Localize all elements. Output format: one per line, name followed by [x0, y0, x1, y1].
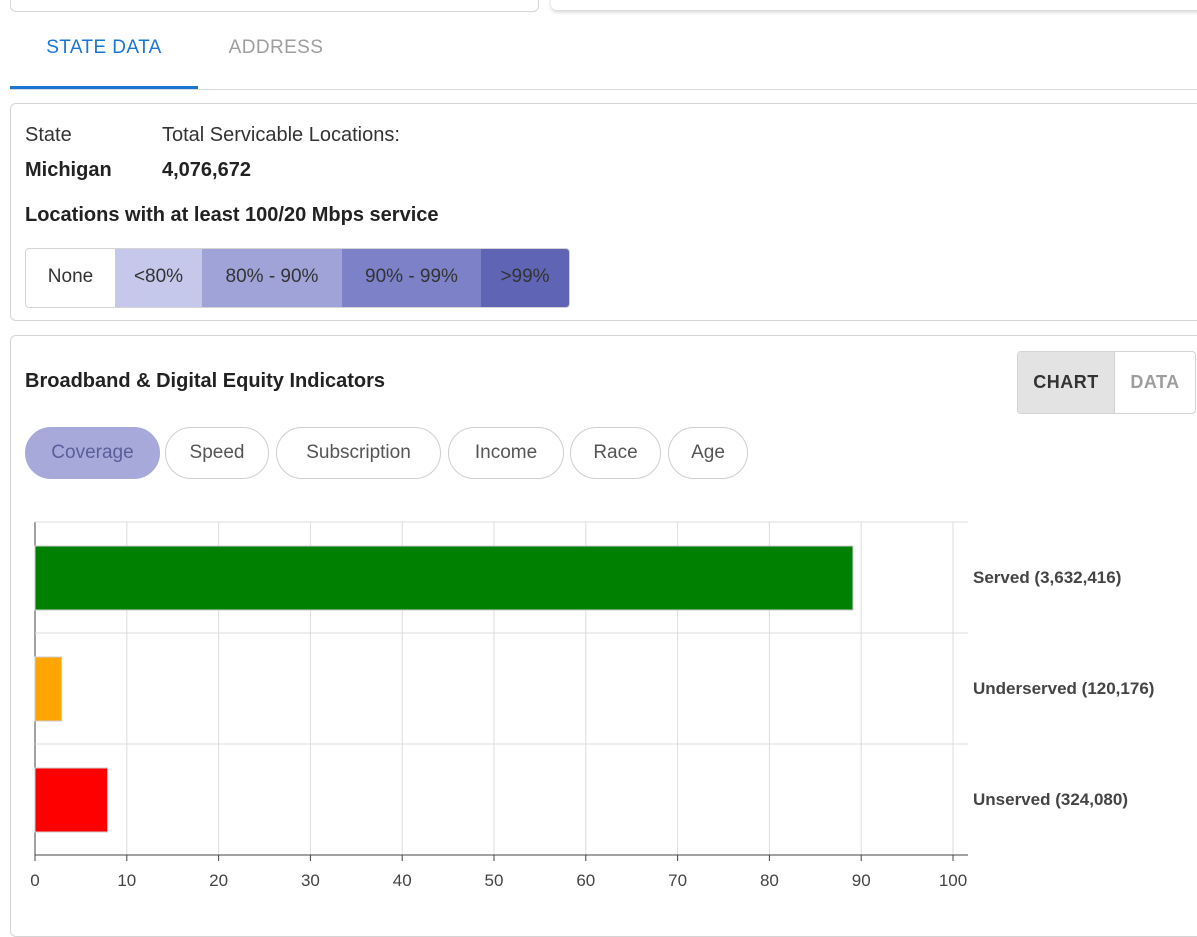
chip-age[interactable]: Age	[668, 427, 748, 479]
chart-toggle-button[interactable]: CHART	[1018, 352, 1115, 413]
category-label: Underserved (120,176)	[973, 679, 1154, 698]
total-locations-value: 4,076,672	[162, 159, 251, 181]
legend-over-99: >99%	[481, 249, 569, 307]
x-tick-label: 30	[301, 871, 320, 890]
tab-state-data[interactable]: STATE DATA	[10, 22, 198, 88]
chart-bars	[34, 545, 854, 833]
chart-x-ticks: 0 10 20 30 40 50 60 70 80 90 100	[30, 855, 967, 890]
tab-bar: STATE DATA ADDRESS	[10, 22, 1197, 90]
legend-none: None	[26, 249, 115, 307]
coverage-legend: None <80% 80% - 90% 90% - 99% >99%	[25, 248, 570, 308]
category-label: Served (3,632,416)	[973, 568, 1121, 587]
state-value: Michigan	[25, 159, 112, 181]
x-tick-label: 40	[393, 871, 412, 890]
coverage-bar-chart: Served (3,632,416) Underserved (120,176) U…	[30, 521, 1154, 890]
chip-coverage[interactable]: Coverage	[25, 427, 160, 479]
chip-speed[interactable]: Speed	[165, 427, 269, 479]
tab-divider	[10, 89, 1197, 90]
x-tick-label: 10	[117, 871, 136, 890]
legend-80-90: 80% - 90%	[202, 249, 342, 307]
x-tick-label: 60	[576, 871, 595, 890]
indicators-title: Broadband & Digital Equity Indicators	[25, 370, 386, 392]
x-tick-label: 50	[485, 871, 504, 890]
x-tick-label: 80	[760, 871, 779, 890]
state-data-card: State Total Servicable Locations: Michig…	[10, 103, 1197, 321]
legend-90-99: 90% - 99%	[342, 249, 481, 307]
x-tick-label: 20	[209, 871, 228, 890]
x-tick-label: 70	[668, 871, 687, 890]
total-locations-label: Total Servicable Locations:	[162, 124, 400, 146]
top-right-card	[551, 0, 1197, 10]
bar	[34, 545, 854, 611]
x-tick-label: 100	[939, 871, 967, 890]
legend-under-80: <80%	[115, 249, 202, 307]
chip-race[interactable]: Race	[570, 427, 661, 479]
x-tick-label: 0	[30, 871, 39, 890]
category-label: Unserved (324,080)	[973, 790, 1128, 809]
view-toggle: CHART DATA	[1017, 351, 1196, 414]
top-left-card	[10, 0, 539, 12]
chart-category-labels: Served (3,632,416) Underserved (120,176) U…	[973, 568, 1154, 809]
state-label: State	[25, 124, 72, 146]
locations-service-title: Locations with at least 100/20 Mbps serv…	[25, 204, 439, 226]
data-toggle-button[interactable]: DATA	[1115, 352, 1195, 413]
bar	[34, 767, 109, 833]
x-tick-label: 90	[852, 871, 871, 890]
bar	[34, 656, 63, 722]
chip-subscription[interactable]: Subscription	[276, 427, 441, 479]
chip-income[interactable]: Income	[448, 427, 564, 479]
tab-address[interactable]: ADDRESS	[206, 22, 346, 88]
